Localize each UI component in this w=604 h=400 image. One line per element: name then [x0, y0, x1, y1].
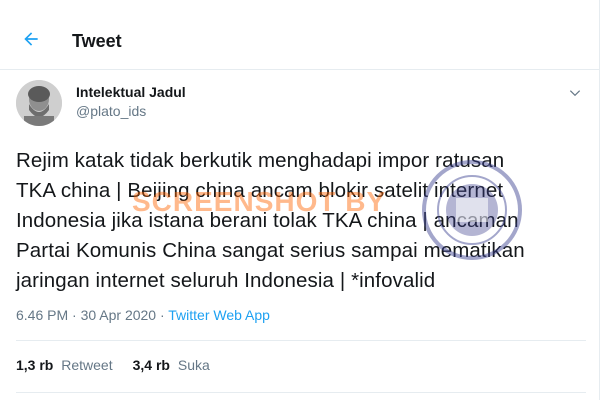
retweet-stat[interactable]: 1,3 rb Retweet — [16, 357, 113, 373]
author-name[interactable]: Intelektual Jadul — [76, 84, 186, 100]
tweet-line: Rejim katak tidak berkutik menghadapi im… — [16, 149, 505, 172]
author-handle[interactable]: @plato_ids — [76, 103, 146, 119]
divider — [16, 340, 586, 341]
tweet-line: Partai Komunis China sangat serius sampa… — [16, 239, 525, 262]
back-button[interactable] — [14, 22, 48, 56]
more-options-button[interactable] — [564, 82, 586, 104]
tweet-timestamp[interactable]: 6.46 PM · 30 Apr 2020 · — [16, 307, 165, 323]
divider — [16, 392, 586, 393]
tweet-source-link[interactable]: Twitter Web App — [168, 307, 270, 323]
like-label: Suka — [177, 357, 210, 373]
back-arrow-icon — [24, 32, 38, 46]
tweet-text: Rejim katak tidak berkutik menghadapi im… — [16, 146, 588, 296]
avatar[interactable] — [16, 80, 62, 126]
tweet-line: TKA china | Beijing china ancam blokir s… — [16, 179, 504, 202]
like-stat[interactable]: 3,4 rb Suka — [133, 357, 210, 373]
tweet-stats: 1,3 rb Retweet 3,4 rb Suka — [16, 357, 210, 373]
tweet-page: Tweet Intelektual Jadul @plato_ids Rejim… — [0, 0, 600, 400]
chevron-down-icon — [569, 90, 581, 97]
tweet-line: jaringan internet seluruh Indonesia | *i… — [16, 269, 436, 292]
retweet-count: 1,3 rb — [16, 357, 54, 373]
tweet-line: Indonesia jika istana berani tolak TKA c… — [16, 209, 519, 232]
page-header: Tweet — [0, 0, 600, 70]
plato-bust-icon — [16, 80, 62, 126]
tweet-author: Intelektual Jadul @plato_ids — [16, 80, 586, 126]
retweet-label: Retweet — [61, 357, 113, 373]
tweet-meta: 6.46 PM · 30 Apr 2020 · Twitter Web App — [16, 307, 270, 323]
like-count: 3,4 rb — [132, 357, 170, 373]
page-title: Tweet — [72, 31, 122, 51]
